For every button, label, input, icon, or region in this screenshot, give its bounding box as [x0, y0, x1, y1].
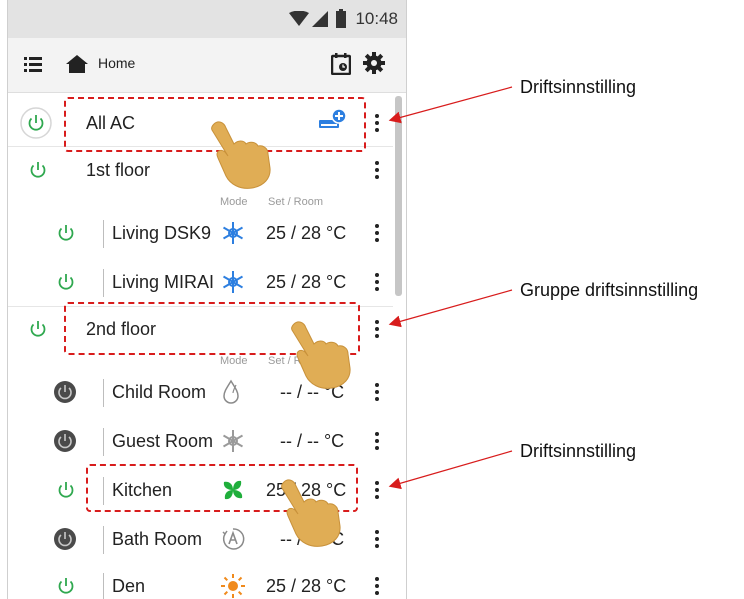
- status-time: 10:48: [355, 9, 398, 28]
- unit-name: Child Room: [112, 382, 207, 402]
- group-row-1st-floor[interactable]: 1st floor: [8, 147, 406, 193]
- column-header-set-room: Set / Room: [268, 196, 324, 208]
- menu-icon[interactable]: [24, 56, 42, 72]
- snowflake-icon: [222, 222, 244, 244]
- group-name: 1st floor: [86, 160, 151, 180]
- power-off-icon[interactable]: [53, 380, 77, 404]
- gear-icon[interactable]: [363, 52, 385, 74]
- unit-name: Living DSK9: [112, 223, 212, 243]
- droplet-icon: [223, 379, 239, 404]
- unit-temperature: -- / -- °C: [280, 431, 345, 451]
- arrow-driftsinnstilling-1: [388, 86, 513, 124]
- unit-more-icon[interactable]: [365, 426, 389, 456]
- unit-more-icon[interactable]: [365, 475, 389, 505]
- unit-row[interactable]: Living DSK9 25 / 28 °C: [8, 210, 406, 256]
- unit-temperature: 25 / 28 °C: [266, 223, 347, 243]
- battery-icon: [336, 9, 346, 28]
- column-header-mode: Mode: [220, 355, 248, 367]
- tap-hand-icon: [211, 121, 271, 189]
- snowflake-icon: [222, 271, 244, 293]
- unit-more-icon[interactable]: [365, 218, 389, 248]
- power-on-icon[interactable]: [56, 272, 76, 292]
- phone-screen: 10:48 Home All AC 1st floor Mode Set / R…: [7, 0, 407, 599]
- unit-row[interactable]: Den 25 / 28 °C: [8, 563, 406, 599]
- page-title: Home: [98, 55, 136, 71]
- unit-temperature: 25 / 28 °C: [266, 272, 347, 292]
- wifi-icon: [289, 11, 309, 26]
- power-on-icon[interactable]: [56, 480, 76, 500]
- column-header-mode: Mode: [220, 196, 248, 208]
- unit-more-icon[interactable]: [365, 377, 389, 407]
- power-on-icon[interactable]: [20, 107, 52, 139]
- unit-temperature: 25 / 28 °C: [266, 576, 347, 596]
- unit-more-icon[interactable]: [365, 571, 389, 599]
- snowflake-icon: [222, 430, 244, 452]
- power-off-icon[interactable]: [53, 429, 77, 453]
- divider: [103, 220, 104, 248]
- power-off-icon[interactable]: [53, 527, 77, 551]
- unit-name: Living MIRAI: [112, 272, 215, 292]
- divider: [103, 573, 104, 599]
- power-on-icon[interactable]: [56, 223, 76, 243]
- arrow-driftsinnstilling-2: [388, 450, 513, 490]
- schedule-icon[interactable]: [331, 53, 351, 75]
- unit-more-icon[interactable]: [365, 524, 389, 554]
- unit-name: Bath Room: [112, 529, 203, 549]
- group-more-icon[interactable]: [365, 155, 389, 185]
- home-icon[interactable]: [66, 54, 88, 74]
- divider: [103, 526, 104, 554]
- tap-hand-icon: [281, 479, 341, 547]
- auto-icon: [222, 528, 245, 550]
- annotation-label: Driftsinnstilling: [520, 441, 637, 461]
- divider: [103, 379, 104, 407]
- top-toolbar: Home: [8, 38, 406, 93]
- annotation-label: Driftsinnstilling: [520, 77, 637, 97]
- power-on-icon[interactable]: [28, 160, 48, 180]
- power-on-icon[interactable]: [28, 319, 48, 339]
- unit-more-icon[interactable]: [365, 267, 389, 297]
- status-bar: 10:48: [8, 0, 406, 38]
- unit-name: Den: [112, 576, 146, 596]
- divider: [103, 269, 104, 297]
- unit-row[interactable]: Living MIRAI 25 / 28 °C: [8, 259, 406, 305]
- annotation-label: Gruppe driftsinnstilling: [520, 280, 699, 300]
- sun-icon: [221, 574, 245, 598]
- all-ac-more-icon[interactable]: [365, 108, 389, 138]
- signal-icon: [312, 11, 328, 27]
- unit-name: Guest Room: [112, 431, 214, 451]
- unit-row[interactable]: Bath Room -- / -- °C: [8, 516, 406, 562]
- divider: [103, 428, 104, 456]
- tap-hand-icon: [291, 321, 351, 389]
- unit-row[interactable]: Guest Room -- / -- °C: [8, 418, 406, 464]
- group-more-icon[interactable]: [365, 314, 389, 344]
- power-on-icon[interactable]: [56, 576, 76, 596]
- arrow-gruppe-driftsinnstilling: [388, 289, 513, 328]
